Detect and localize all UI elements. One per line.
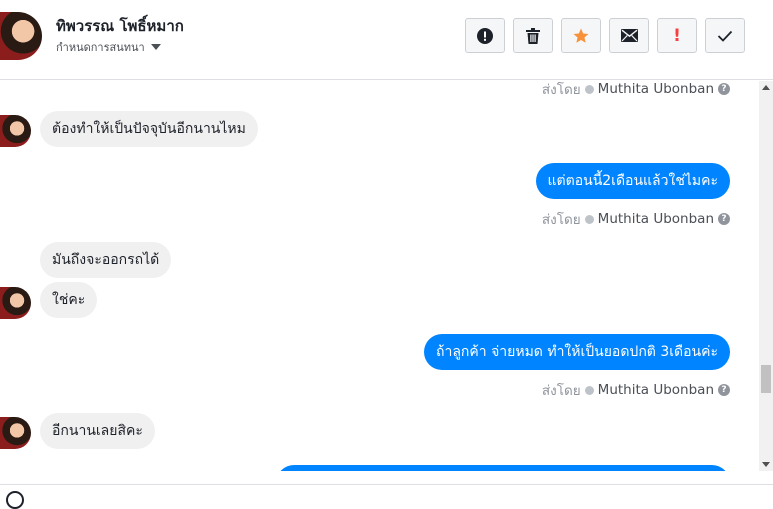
- star-icon: [573, 28, 589, 43]
- mark-unread-button[interactable]: [609, 18, 649, 53]
- seen-check-icon: [584, 84, 594, 94]
- checkmark-icon: [717, 30, 733, 42]
- report-button[interactable]: [465, 18, 505, 53]
- message-composer[interactable]: [0, 484, 773, 509]
- outgoing-message[interactable]: [276, 465, 730, 471]
- sent-by-line: ส่งโดย Muthita Ubonban ?: [542, 208, 730, 230]
- star-button[interactable]: [561, 18, 601, 53]
- incoming-message[interactable]: มันถึงจะออกรถได้: [40, 242, 172, 278]
- seen-check-icon: [584, 385, 594, 395]
- sent-by-prefix: ส่งโดย: [541, 82, 581, 98]
- seen-check-icon: [584, 214, 594, 224]
- contact-avatar[interactable]: [0, 12, 42, 60]
- schedule-label: กำหนดการสนทนา: [56, 41, 145, 54]
- sent-by-name[interactable]: Muthita Ubonban: [598, 211, 714, 227]
- exclamation-icon: !: [673, 25, 681, 46]
- sent-by-name[interactable]: Muthita Ubonban: [598, 382, 714, 398]
- trash-icon: [526, 27, 540, 44]
- contact-avatar-small[interactable]: [0, 417, 31, 449]
- mark-done-button[interactable]: [705, 18, 745, 53]
- scroll-up-icon[interactable]: [762, 85, 770, 90]
- thread-scrollbar[interactable]: [759, 81, 773, 471]
- outgoing-message[interactable]: แต่ตอนนี้2เดือนแล้วใช่ไมคะ: [535, 163, 730, 199]
- scroll-down-icon[interactable]: [762, 462, 770, 467]
- sent-by-line: ส่งโดย Muthita Ubonban ?: [542, 379, 730, 401]
- caret-down-icon: [150, 44, 161, 50]
- conversation-header: ทิพวรรณ โพธิ์หมาก กำหนดการสนทนา !: [0, 0, 773, 80]
- help-icon[interactable]: ?: [718, 213, 730, 225]
- camera-icon[interactable]: [6, 491, 24, 509]
- incoming-message[interactable]: ต้องทำให้เป็นปัจจุบันอีกนานไหม: [40, 111, 258, 147]
- scrollbar-thumb[interactable]: [761, 365, 771, 393]
- action-toolbar: !: [465, 18, 745, 53]
- envelope-icon: [620, 29, 638, 42]
- sent-by-line: ส่งโดย Muthita Ubonban ?: [542, 81, 730, 100]
- help-icon[interactable]: ?: [718, 384, 730, 396]
- incoming-message[interactable]: อีกนานเลยสิคะ: [40, 413, 155, 449]
- sent-by-prefix: ส่งโดย: [541, 212, 581, 228]
- alert-circle-icon: [477, 27, 493, 44]
- outgoing-message[interactable]: ถ้าลูกค้า จ่ายหมด ทำให้เป็นยอดปกติ 3เดือ…: [424, 334, 730, 370]
- incoming-message[interactable]: ใช่คะ: [40, 282, 98, 318]
- important-button[interactable]: !: [657, 18, 697, 53]
- message-thread[interactable]: ส่งโดย Muthita Ubonban ? ต้องทำให้เป็นปั…: [0, 81, 759, 471]
- contact-name[interactable]: ทิพวรรณ โพธิ์หมาก: [56, 14, 184, 38]
- schedule-conversation-dropdown[interactable]: กำหนดการสนทนา: [56, 38, 161, 56]
- sent-by-name[interactable]: Muthita Ubonban: [598, 81, 714, 97]
- help-icon[interactable]: ?: [718, 83, 730, 95]
- contact-avatar-small[interactable]: [0, 287, 31, 319]
- delete-button[interactable]: [513, 18, 553, 53]
- contact-avatar-small[interactable]: [0, 115, 31, 147]
- sent-by-prefix: ส่งโดย: [541, 383, 581, 399]
